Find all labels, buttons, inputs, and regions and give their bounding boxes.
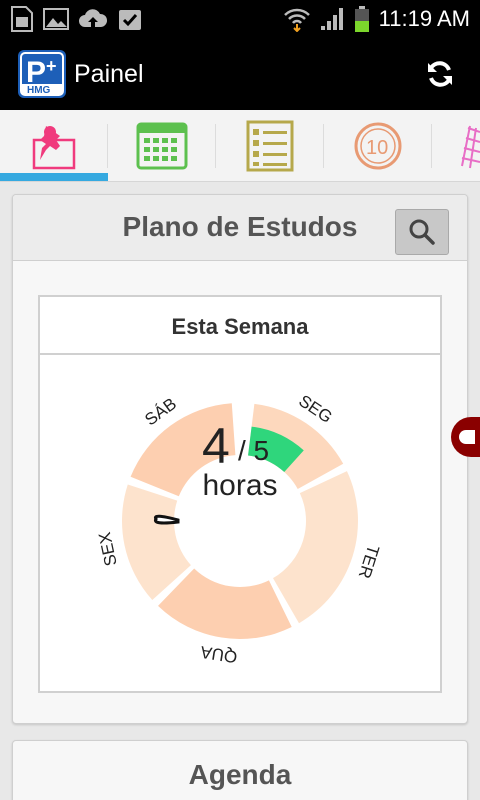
battery-icon: [354, 6, 369, 32]
refresh-icon[interactable]: [424, 58, 456, 90]
checkbox-icon: [119, 10, 141, 30]
clock: 11:19 AM: [378, 6, 470, 31]
today-pointer: [153, 514, 180, 525]
tab-grid[interactable]: [432, 110, 480, 182]
week-summary-box: Esta Semana SEG TER QUA SEX SÁB 4 / 5 horas: [38, 295, 442, 693]
page-title: Painel: [74, 60, 144, 88]
action-bar: P + HMG Painel: [0, 38, 480, 110]
system-icons: 11:19 AM: [283, 5, 470, 33]
agenda-card: Agenda: [12, 740, 468, 800]
side-drawer-handle[interactable]: [451, 417, 480, 457]
wifi-icon: [283, 8, 310, 32]
tab-checklist[interactable]: [216, 110, 324, 182]
sim-card-icon: [11, 6, 33, 32]
weekly-hours-donut[interactable]: SEGTERQUASEXSÁB: [40, 355, 440, 691]
donut-center: [176, 457, 304, 585]
pin-icon: [32, 126, 76, 170]
notification-icons: [10, 5, 144, 33]
week-title: Esta Semana: [171, 314, 309, 339]
active-tab-indicator: [0, 173, 108, 181]
status-bar: 11:19 AM: [0, 0, 480, 38]
tab-bar: 10: [0, 110, 480, 182]
calendar-icon: [136, 122, 188, 170]
tab-pinned[interactable]: [0, 110, 108, 182]
agenda-title[interactable]: Agenda: [13, 759, 467, 791]
study-plan-card: Plano de Estudos Esta Semana SEG TER QUA SE…: [12, 194, 480, 724]
search-button[interactable]: [395, 209, 449, 255]
logo-text: HMG: [27, 85, 51, 96]
week-header: Esta Semana: [40, 297, 440, 355]
timer-10-icon: 10: [354, 122, 402, 170]
day-label-sex: SEX: [95, 530, 121, 567]
tab-calendar[interactable]: [108, 110, 216, 182]
svg-text:10: 10: [366, 137, 388, 159]
svg-text:+: +: [46, 56, 57, 76]
app-logo-icon[interactable]: P + HMG: [18, 50, 66, 98]
signal-icon: [320, 8, 343, 30]
search-icon: [409, 219, 435, 245]
cloud-upload-icon: [79, 9, 108, 27]
image-icon: [43, 8, 69, 30]
day-label-qua: QUA: [199, 642, 239, 667]
checklist-icon: [246, 120, 294, 172]
study-plan-header: Plano de Estudos: [13, 195, 467, 261]
day-label-ter: TER: [355, 543, 383, 581]
grid-icon: [461, 125, 480, 169]
tab-timer[interactable]: 10: [324, 110, 432, 182]
